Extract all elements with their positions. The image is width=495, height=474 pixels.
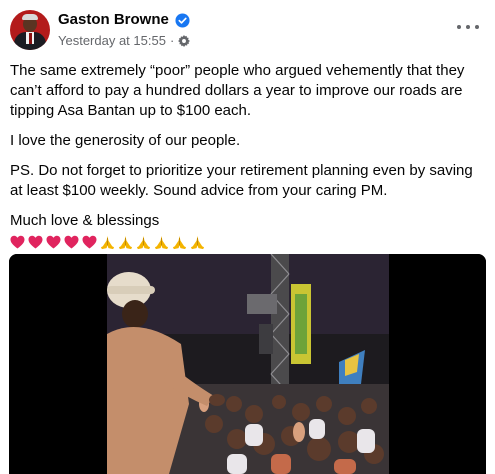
meta-separator: · — [169, 33, 175, 48]
praying-hands-icon — [100, 235, 115, 249]
post-paragraph: Much love & blessings — [10, 212, 160, 229]
post-text: The same extremely “poor” people who arg… — [10, 61, 486, 251]
red-heart-icon — [10, 235, 25, 249]
praying-hands-icon — [154, 235, 169, 249]
video-player[interactable] — [9, 254, 486, 474]
author-avatar[interactable] — [10, 10, 50, 50]
red-heart-icon — [64, 235, 79, 249]
red-heart-icon — [82, 235, 97, 249]
praying-hands-icon — [118, 235, 133, 249]
red-heart-icon — [28, 235, 43, 249]
praying-hands-icon — [136, 235, 151, 249]
author-name[interactable]: Gaston Browne — [58, 11, 169, 28]
post-header: Gaston Browne Yesterday at 15:55 · — [10, 10, 485, 58]
red-heart-icon — [46, 235, 61, 249]
post-meta: Yesterday at 15:55 · — [58, 33, 191, 48]
praying-hands-icon — [172, 235, 187, 249]
emoji-line — [10, 233, 486, 251]
verified-badge-icon — [175, 13, 190, 28]
post-paragraph: I love the generosity of our people. — [10, 132, 241, 149]
praying-hands-icon — [190, 235, 205, 249]
post-timestamp[interactable]: Yesterday at 15:55 — [58, 33, 166, 48]
more-horizontal-icon[interactable] — [457, 20, 479, 34]
settings-gear-icon[interactable] — [178, 34, 191, 47]
video-thumbnail — [9, 254, 486, 474]
post-paragraph: PS. Do not forget to prioritize your ret… — [10, 162, 473, 199]
facebook-post: Gaston Browne Yesterday at 15:55 · The s… — [0, 0, 495, 474]
post-paragraph: The same extremely “poor” people who arg… — [10, 62, 465, 119]
